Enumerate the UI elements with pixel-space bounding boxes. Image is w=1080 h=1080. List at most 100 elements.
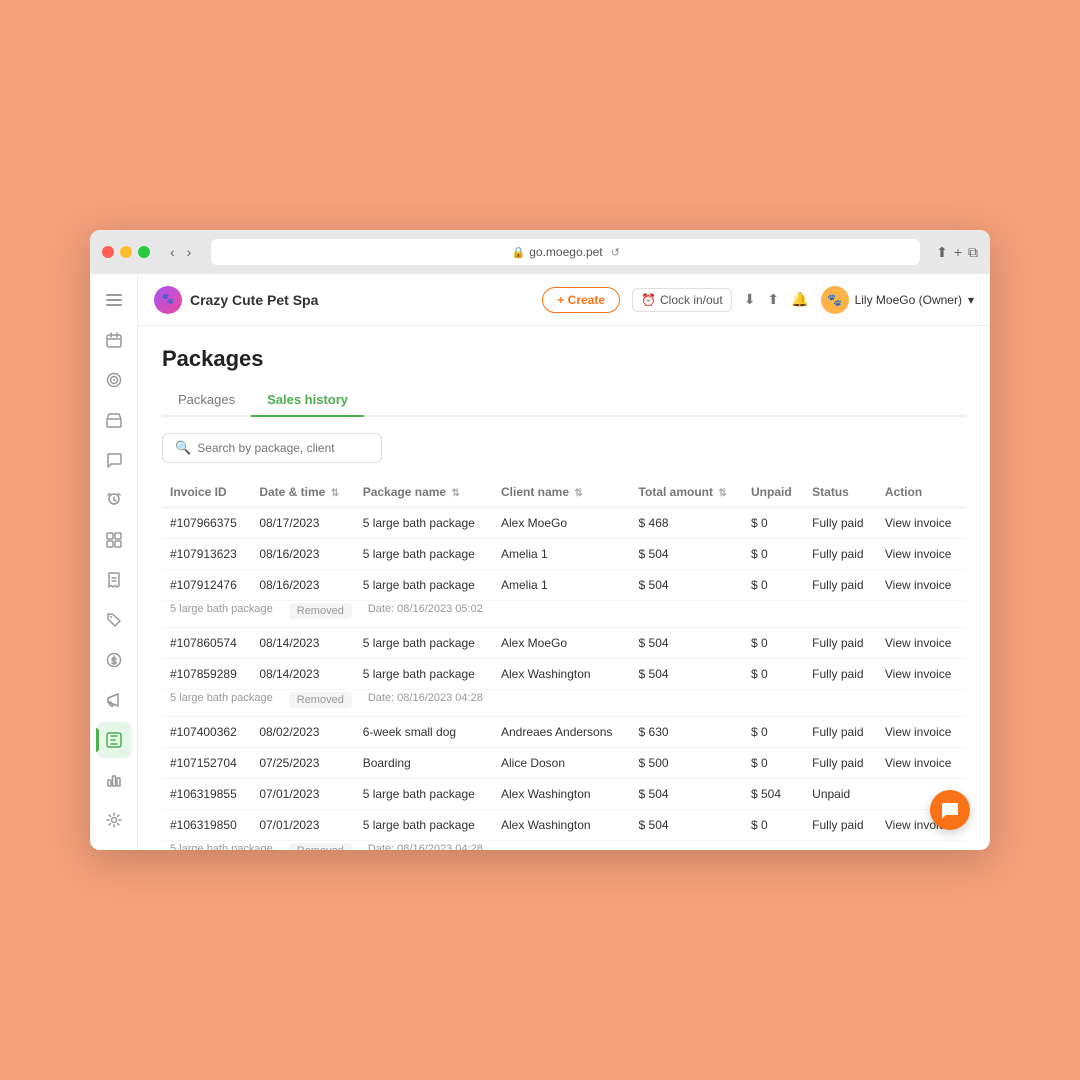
- reload-icon[interactable]: ↺: [611, 246, 620, 259]
- cell-unpaid: $ 0: [743, 717, 804, 748]
- close-button[interactable]: [102, 246, 114, 258]
- new-tab-icon[interactable]: +: [954, 244, 962, 261]
- cell-date: 08/16/2023: [251, 570, 354, 601]
- sidebar-item-receipt[interactable]: [96, 562, 132, 598]
- share-icon[interactable]: ⬆: [936, 244, 948, 261]
- sidebar-item-target[interactable]: [96, 362, 132, 398]
- search-input[interactable]: [197, 441, 369, 455]
- sort-icon-date: ⇅: [331, 488, 339, 499]
- cell-action[interactable]: View invoice: [877, 717, 966, 748]
- cell-date: 07/25/2023: [251, 748, 354, 779]
- sidebar-item-chat[interactable]: [96, 442, 132, 478]
- col-client[interactable]: Client name ⇅: [493, 477, 631, 508]
- cell-date: 08/14/2023: [251, 659, 354, 690]
- table-header-row: Invoice ID Date & time ⇅ Package name ⇅ …: [162, 477, 966, 508]
- sub-detail: Date: 08/16/2023 04:28: [368, 843, 483, 850]
- table-row: #107966375 08/17/2023 5 large bath packa…: [162, 508, 966, 539]
- sub-package-name: 5 large bath package: [170, 843, 273, 850]
- cell-package: 5 large bath package: [355, 539, 493, 570]
- sub-row-cell: 5 large bath package Removed Date: 08/16…: [162, 601, 966, 628]
- cell-status: Fully paid: [804, 810, 877, 841]
- cell-status: Fully paid: [804, 628, 877, 659]
- cell-client: Alex Washington: [493, 659, 631, 690]
- search-bar[interactable]: 🔍: [162, 433, 382, 463]
- cell-action[interactable]: View invoice: [877, 748, 966, 779]
- table-row: #106319855 07/01/2023 5 large bath packa…: [162, 779, 966, 810]
- cell-client: Alice Doson: [493, 748, 631, 779]
- tab-sales-history[interactable]: Sales history: [251, 384, 364, 417]
- page-title: Packages: [162, 346, 966, 372]
- browser-chrome: ‹ › 🔒 go.moego.pet ↺ ⬆ + ⧉: [90, 230, 990, 274]
- cell-total: $ 630: [631, 717, 743, 748]
- upload-icon[interactable]: ⬆: [767, 291, 779, 308]
- cell-action[interactable]: View invoice: [877, 628, 966, 659]
- download-icon[interactable]: ⬇: [744, 291, 756, 308]
- sidebar-item-dollar[interactable]: [96, 642, 132, 678]
- maximize-button[interactable]: [138, 246, 150, 258]
- sales-table: Invoice ID Date & time ⇅ Package name ⇅ …: [162, 477, 966, 850]
- cell-invoice-id: #107913623: [162, 539, 251, 570]
- cell-total: $ 504: [631, 779, 743, 810]
- col-total[interactable]: Total amount ⇅: [631, 477, 743, 508]
- table-row: #107152704 07/25/2023 Boarding Alice Dos…: [162, 748, 966, 779]
- table-sub-row: 5 large bath package Removed Date: 08/16…: [162, 841, 966, 851]
- col-package[interactable]: Package name ⇅: [355, 477, 493, 508]
- address-bar[interactable]: 🔒 go.moego.pet ↺: [211, 239, 920, 265]
- sidebar-item-store[interactable]: [96, 402, 132, 438]
- removed-badge: Removed: [289, 692, 352, 708]
- sidebar-item-calendar[interactable]: [96, 322, 132, 358]
- cell-unpaid: $ 0: [743, 539, 804, 570]
- bell-icon[interactable]: 🔔: [791, 291, 808, 308]
- back-button[interactable]: ‹: [166, 242, 179, 262]
- search-icon: 🔍: [175, 440, 191, 456]
- col-date[interactable]: Date & time ⇅: [251, 477, 354, 508]
- lock-icon: 🔒: [512, 246, 526, 259]
- sidebar-item-packages[interactable]: [96, 722, 132, 758]
- forward-button[interactable]: ›: [183, 242, 196, 262]
- cell-status: Fully paid: [804, 659, 877, 690]
- col-invoice-id: Invoice ID: [162, 477, 251, 508]
- cell-invoice-id: #107859289: [162, 659, 251, 690]
- cell-status: Fully paid: [804, 539, 877, 570]
- table-sub-row: 5 large bath package Removed Date: 08/16…: [162, 690, 966, 717]
- sidebar-item-barchart[interactable]: [96, 762, 132, 798]
- sort-icon-client: ⇅: [574, 488, 582, 499]
- user-badge[interactable]: 🐾 Lily MoeGo (Owner) ▾: [821, 286, 974, 314]
- tabs-icon[interactable]: ⧉: [968, 244, 978, 261]
- cell-status: Fully paid: [804, 570, 877, 601]
- minimize-button[interactable]: [120, 246, 132, 258]
- table-row: #107400362 08/02/2023 6-week small dog A…: [162, 717, 966, 748]
- cell-package: Boarding: [355, 748, 493, 779]
- sub-row-cell: 5 large bath package Removed Date: 08/16…: [162, 841, 966, 851]
- cell-client: Alex Washington: [493, 810, 631, 841]
- sub-package-name: 5 large bath package: [170, 692, 273, 708]
- sub-package-name: 5 large bath package: [170, 603, 273, 619]
- sidebar-item-alarm[interactable]: [96, 482, 132, 518]
- cell-invoice-id: #107912476: [162, 570, 251, 601]
- cell-package: 5 large bath package: [355, 810, 493, 841]
- user-avatar: 🐾: [821, 286, 849, 314]
- table-row: #107913623 08/16/2023 5 large bath packa…: [162, 539, 966, 570]
- sidebar-item-grid[interactable]: [96, 522, 132, 558]
- removed-badge: Removed: [289, 843, 352, 850]
- chat-fab-button[interactable]: [930, 790, 970, 830]
- sidebar-item-megaphone[interactable]: [96, 682, 132, 718]
- cell-total: $ 504: [631, 539, 743, 570]
- cell-action[interactable]: View invoice: [877, 508, 966, 539]
- sidebar-item-tag[interactable]: [96, 602, 132, 638]
- cell-invoice-id: #107966375: [162, 508, 251, 539]
- cell-client: Andreaes Andersons: [493, 717, 631, 748]
- cell-client: Alex Washington: [493, 779, 631, 810]
- cell-status: Fully paid: [804, 717, 877, 748]
- tab-packages[interactable]: Packages: [162, 384, 251, 417]
- create-button[interactable]: + Create: [542, 287, 620, 313]
- clock-icon: ⏰: [641, 293, 656, 307]
- brand-name: Crazy Cute Pet Spa: [190, 292, 318, 308]
- sidebar-item-menu[interactable]: [96, 282, 132, 318]
- sidebar-item-settings[interactable]: [96, 802, 132, 838]
- cell-action[interactable]: View invoice: [877, 539, 966, 570]
- clock-inout-button[interactable]: ⏰ Clock in/out: [632, 288, 732, 312]
- cell-action[interactable]: View invoice: [877, 659, 966, 690]
- cell-action[interactable]: View invoice: [877, 570, 966, 601]
- sub-detail: Date: 08/16/2023 04:28: [368, 692, 483, 708]
